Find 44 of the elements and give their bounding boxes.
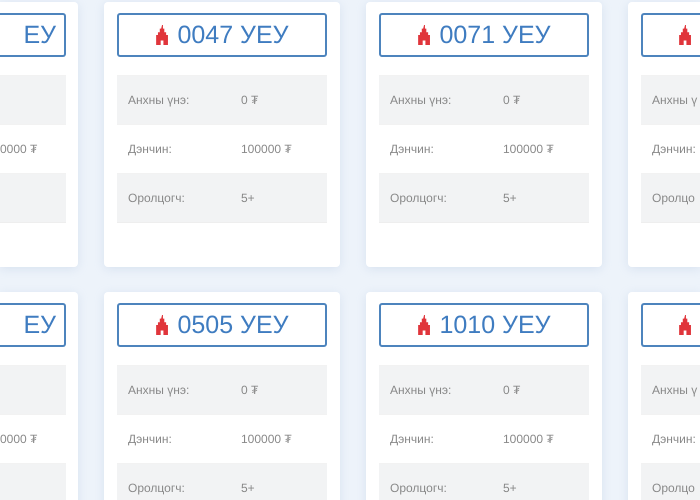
field-label: Дэнчин: — [128, 142, 173, 156]
field-value: 0 ₮ — [503, 383, 520, 397]
field-label: Оролцогч: — [390, 191, 448, 205]
field-value: 100000 ₮ — [241, 432, 292, 446]
plate-number: ЕУ — [0, 13, 66, 57]
tower-icon — [679, 315, 692, 335]
tower-icon — [156, 25, 168, 45]
field-label: Анхны ү — [652, 93, 698, 107]
field-value: 0 ₮ — [241, 93, 258, 107]
field-label: Оролцогч: — [128, 191, 186, 205]
field-value: 0 ₮ — [241, 383, 258, 397]
field-label: Оролцо — [652, 481, 696, 495]
field-label: Дэнчин: — [390, 142, 435, 156]
field-value: 0 ₮ — [503, 93, 520, 107]
tower-icon — [156, 315, 168, 335]
field-label: Дэнчин: — [652, 432, 697, 446]
plate-number: 1010 УЕУ — [379, 303, 589, 347]
field-label: Дэнчин: — [652, 142, 697, 156]
field-label: Дэнчин: — [128, 432, 173, 446]
field-label: Оролцогч: — [128, 481, 186, 495]
field-value: 100000 ₮ — [503, 142, 554, 156]
field-label: Дэнчин: — [390, 432, 435, 446]
plate-number: 0505 УЕУ — [117, 303, 327, 347]
field-value: 0000 ₮ — [0, 142, 38, 156]
tower-icon — [418, 25, 430, 45]
field-label: Анхны үнэ: — [128, 93, 190, 107]
field-label: Анхны үнэ: — [390, 383, 452, 397]
field-value: 100000 ₮ — [241, 142, 292, 156]
field-value: 5+ — [241, 191, 255, 205]
field-value: 0000 ₮ — [0, 432, 38, 446]
tower-icon — [679, 25, 692, 45]
field-label: Анхны үнэ: — [128, 383, 190, 397]
plate-number: 0047 УЕУ — [117, 13, 327, 57]
field-label: Анхны ү — [652, 383, 698, 397]
field-label: Оролцо — [652, 191, 696, 205]
field-value: 5+ — [241, 481, 255, 495]
field-value: 5+ — [503, 481, 517, 495]
field-label: Анхны үнэ: — [390, 93, 452, 107]
field-value: 100000 ₮ — [503, 432, 554, 446]
field-value: 5+ — [503, 191, 517, 205]
plate-number: 0071 УЕУ — [379, 13, 589, 57]
tower-icon — [418, 315, 430, 335]
plate-number: ЕУ — [0, 303, 66, 347]
field-label: Оролцогч: — [390, 481, 448, 495]
